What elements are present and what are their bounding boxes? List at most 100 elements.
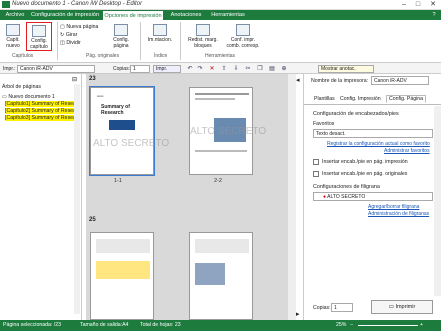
- pin-icon[interactable]: ⊟: [72, 76, 77, 83]
- cut-icon[interactable]: ✂: [244, 65, 252, 73]
- text-block: [195, 239, 249, 253]
- page-thumbnail[interactable]: [189, 232, 253, 320]
- group-indice: Índice: [154, 53, 168, 59]
- tree-item-chapter2[interactable]: [Capítulo2] Summary of Resea: [5, 108, 76, 114]
- filigrana-title: Configuraciones de filigrana: [313, 184, 380, 190]
- group-herramientas: Herramientas: [205, 53, 236, 59]
- page-tree-header: Árbol de páginas: [2, 84, 41, 90]
- admin-filigranas-link[interactable]: Administración de filigranas: [368, 211, 429, 217]
- tab-plantillas[interactable]: Plantillas: [314, 96, 335, 102]
- filigrana-value: ALTO SECRETO: [327, 194, 366, 200]
- config-pagina-button[interactable]: Config. página: [108, 24, 134, 49]
- nueva-pagina-label: Nueva página: [66, 24, 99, 30]
- tab-opciones-impresion[interactable]: Opciones de impresión: [102, 10, 164, 20]
- undo-icon[interactable]: ↶: [186, 65, 194, 73]
- text-line: [195, 150, 247, 152]
- document-icon: ▭: [2, 94, 7, 100]
- text-line: [195, 98, 235, 100]
- rotate-icon: ↻: [60, 32, 65, 38]
- close-button[interactable]: ✕: [426, 0, 440, 10]
- page-preview-area: 23 ▪▪▪▪▪▪ Summary of Research ALTO SECRE…: [86, 74, 296, 320]
- imanes-label: Im.ntacion.: [147, 37, 173, 43]
- config-impr-comb-button[interactable]: Conf. impr. comb. corresp.: [225, 24, 261, 49]
- girar-button[interactable]: ↻ Girar: [60, 31, 98, 39]
- encab-originales-checkbox[interactable]: [313, 171, 319, 177]
- registrar-favorito-link[interactable]: Registrar la configuración actual como f…: [327, 141, 430, 147]
- page-thumbnail[interactable]: ALTO SECRETO: [189, 87, 266, 175]
- tab-config-impresion[interactable]: Config. Impresión: [340, 96, 381, 102]
- favoritos-select[interactable]: Texto desact.: [313, 129, 433, 138]
- zoom-icon[interactable]: ⊕: [280, 65, 288, 73]
- move-up-icon[interactable]: ⇧: [220, 65, 228, 73]
- ribbon-separator: [140, 22, 141, 60]
- page-caption: 1-1: [114, 178, 122, 184]
- administrar-favoritos-link[interactable]: Administrar favoritos: [384, 148, 430, 154]
- printer-name-select[interactable]: Canon iR-ADV: [371, 76, 429, 85]
- page-settings-icon: [114, 24, 128, 36]
- imanes-button[interactable]: Im.ntacion.: [144, 24, 176, 43]
- encab-impresion-checkbox[interactable]: [313, 159, 319, 165]
- config-capitulo-button[interactable]: Config. capítulo: [26, 22, 52, 51]
- page-thumbnail[interactable]: ▪▪▪▪▪▪ Summary of Research ALTO SECRETO: [89, 86, 169, 176]
- minimize-button[interactable]: –: [397, 0, 411, 10]
- copias-label: Copias:: [113, 66, 130, 72]
- config-impr-comb-label: Conf. impr. comb. corresp.: [226, 37, 260, 49]
- zoom-in-button[interactable]: +: [420, 320, 423, 331]
- header-footer-title: Configuración de encabezados/pies: [313, 111, 399, 117]
- page-caption: 2-2: [214, 178, 222, 184]
- agregar-filigrana-link[interactable]: Agregar/borrar filigrana: [368, 204, 419, 210]
- new-chapter-icon: [6, 24, 20, 36]
- config-capitulo-label: Config. capítulo: [30, 38, 48, 50]
- impr-button[interactable]: Impr.: [153, 65, 181, 73]
- zoom-slider[interactable]: [358, 325, 418, 326]
- encab-impresion-label: Insertar encab./pie en pág. impresión: [322, 159, 408, 165]
- help-icon[interactable]: ?: [428, 10, 440, 20]
- favoritos-label: Favoritos: [313, 121, 335, 127]
- tab-config-pagina[interactable]: Config. Página: [386, 95, 427, 103]
- tab-herramientas[interactable]: Herramientas: [208, 10, 248, 20]
- tree-item-label: [Capítulo1] Summary of Resea: [5, 101, 76, 107]
- copy-icon[interactable]: ❐: [256, 65, 264, 73]
- imprimir-button[interactable]: ▭ Imprimir: [371, 300, 433, 314]
- printer-icon: ▭: [388, 304, 394, 310]
- tree-item-chapter3[interactable]: [Capítulo3] Summary of Resea: [5, 115, 76, 121]
- capitulo-nuevo-button[interactable]: Capít. nuevo: [3, 24, 23, 49]
- move-down-icon[interactable]: ⇩: [232, 65, 240, 73]
- copias-right-input[interactable]: 1: [331, 303, 353, 312]
- mostrar-anotac-button[interactable]: Mostrar anotac.: [318, 65, 374, 73]
- redo-icon[interactable]: ↷: [196, 65, 204, 73]
- page-group-number: 23: [89, 76, 96, 82]
- watermark-text: ALTO SECRETO: [190, 126, 267, 137]
- new-page-icon: ▢: [60, 24, 65, 30]
- dividir-button[interactable]: ◫ Dividir: [60, 39, 98, 47]
- combine-print-icon: [236, 24, 250, 36]
- preview-scrollbar[interactable]: [288, 74, 296, 320]
- tab-configuracion-impresion[interactable]: Configuración de impresión: [30, 10, 100, 20]
- status-bar: Página seleccionada: /23 Tamaño de salid…: [0, 320, 441, 331]
- delete-icon[interactable]: ✕: [208, 65, 216, 73]
- tree-item-chapter1[interactable]: [Capítulo1] Summary of Resea: [5, 101, 76, 107]
- impr-label: Impr.:: [3, 66, 16, 72]
- filigrana-select[interactable]: ● ALTO SECRETO: [313, 192, 433, 201]
- nueva-pagina-button[interactable]: ▢ Nueva página: [60, 23, 98, 31]
- ribbon-separator: [57, 22, 58, 60]
- redistribuir-button[interactable]: Redist. marg. bloques: [184, 24, 222, 49]
- group-capitulo: Capítulos: [12, 53, 34, 59]
- printer-select[interactable]: Canon iR-ADV: [17, 65, 95, 73]
- copias-right-label: Copias:: [313, 305, 331, 311]
- settings-scrollbar[interactable]: [434, 106, 441, 296]
- copies-input[interactable]: 1: [130, 65, 150, 73]
- zoom-out-button[interactable]: −: [350, 320, 353, 331]
- logo-image: [109, 120, 135, 130]
- pagina-group: ▢ Nueva página ↻ Girar ◫ Dividir: [60, 23, 98, 47]
- left-scrollbar[interactable]: [74, 84, 80, 314]
- tab-archivo[interactable]: Archivo: [2, 10, 28, 20]
- redistribute-icon: [196, 24, 210, 36]
- paste-icon[interactable]: ▤: [268, 65, 276, 73]
- collapse-left-icon[interactable]: ◂: [296, 76, 300, 84]
- collapse-right-icon[interactable]: ▸: [296, 310, 300, 318]
- tree-root[interactable]: ▭ Nuevo documento 1: [2, 94, 55, 100]
- page-thumbnail[interactable]: [90, 232, 154, 320]
- tab-anotaciones[interactable]: Anotaciones: [166, 10, 206, 20]
- maximize-button[interactable]: □: [411, 0, 425, 10]
